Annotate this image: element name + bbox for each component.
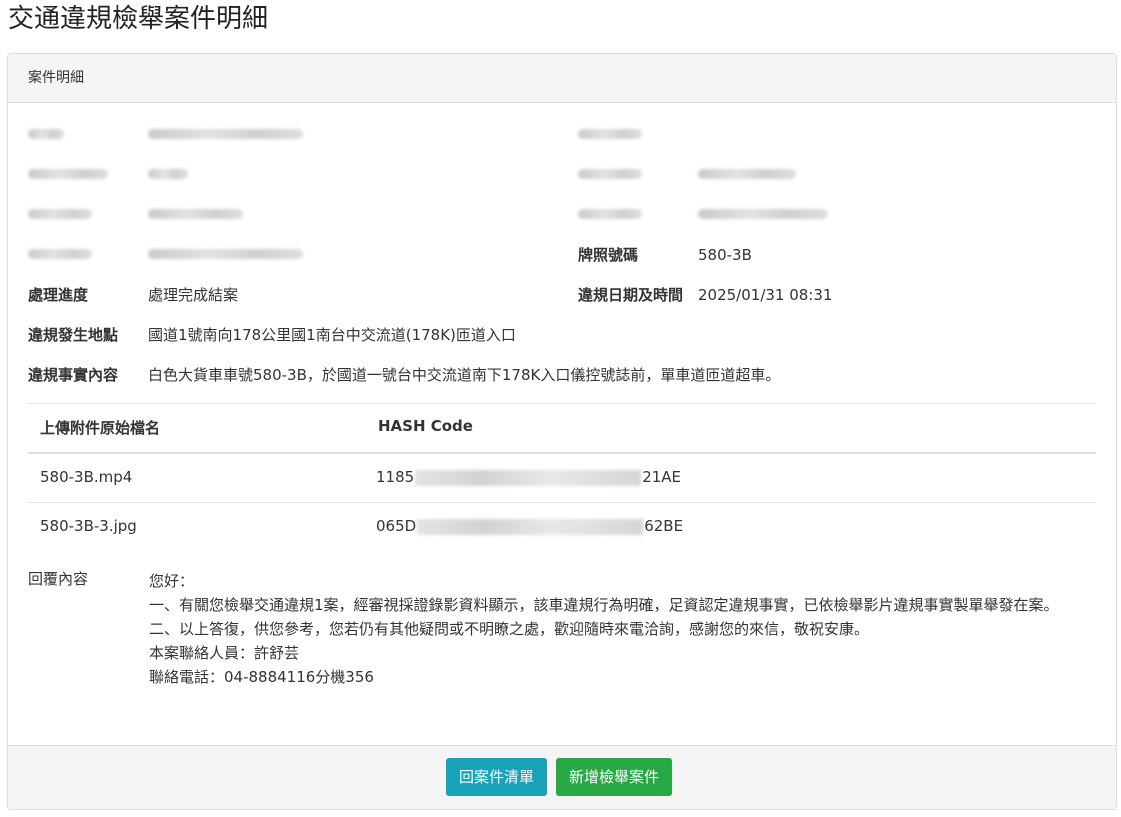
table-row-border [28, 502, 1096, 503]
page-title: 交通違規檢舉案件明細 [8, 4, 269, 34]
panel-footer: 回案件清單 新增檢舉案件 [8, 745, 1116, 809]
progress-label: 處理進度 [28, 286, 89, 304]
redacted-value [148, 129, 303, 139]
hash-start: 1185 [376, 468, 415, 486]
reply-line: 本案聯絡人員：許舒芸 [149, 644, 300, 662]
reply-line: 聯絡電話：04-8884116分機356 [149, 668, 374, 686]
attachment-hash: 065D 62BE [376, 517, 683, 535]
attachment-filename: 580-3B-3.jpg [40, 517, 137, 535]
table-top-border [28, 403, 1096, 404]
redacted-label [28, 169, 108, 179]
redacted-label [578, 209, 642, 219]
redacted-label [578, 129, 642, 139]
redacted-value [698, 169, 796, 179]
reply-label: 回覆內容 [28, 570, 89, 588]
facts-value: 白色大貨車車號580-3B，於國道一號台中交流道南下178K入口儀控號誌前，單車… [148, 366, 781, 384]
reply-content: 您好： 一、有關您檢舉交通違規1案，經審視採證錄影資料顯示，該車違規行為明確，足… [149, 569, 1099, 689]
datetime-value: 2025/01/31 08:31 [698, 286, 833, 304]
hash-end: 62BE [644, 517, 684, 535]
facts-label: 違規事實內容 [28, 366, 119, 384]
column-header-hash: HASH Code [378, 417, 473, 435]
datetime-label: 違規日期及時間 [578, 286, 684, 304]
redacted-label [28, 249, 92, 259]
attachment-hash: 1185 21AE [376, 468, 681, 486]
reply-line: 二、以上答復，供您參考，您若仍有其他疑問或不明瞭之處，歡迎隨時來電洽詢，感謝您的… [149, 620, 870, 638]
location-value: 國道1號南向178公里國1南台中交流道(178K)匝道入口 [148, 326, 516, 344]
redacted-label [28, 209, 92, 219]
back-to-list-button[interactable]: 回案件清單 [446, 758, 548, 796]
redacted-value [148, 209, 243, 219]
hash-redacted [417, 518, 644, 535]
column-header-filename: 上傳附件原始檔名 [40, 419, 161, 437]
redacted-label [28, 129, 64, 139]
plate-label: 牌照號碼 [578, 246, 639, 264]
attachment-filename: 580-3B.mp4 [40, 468, 133, 486]
plate-value: 580-3B [698, 246, 752, 264]
redacted-value [148, 169, 188, 179]
redacted-label [578, 169, 642, 179]
hash-start: 065D [376, 517, 417, 535]
reply-line: 您好： [149, 572, 195, 590]
hash-end: 21AE [642, 468, 682, 486]
case-detail-panel: 案件明細 牌照號碼 580-3B 處理進度 處理完成結案 違規日期及時間 202… [7, 53, 1117, 810]
redacted-value [148, 249, 303, 259]
table-header-border [28, 452, 1096, 454]
reply-line: 一、有關您檢舉交通違規1案，經審視採證錄影資料顯示，該車違規行為明確，足資認定違… [149, 596, 1059, 614]
panel-heading: 案件明細 [8, 54, 1116, 103]
location-label: 違規發生地點 [28, 326, 119, 344]
progress-value: 處理完成結案 [148, 286, 239, 304]
hash-redacted [415, 469, 642, 486]
new-report-button[interactable]: 新增檢舉案件 [556, 758, 673, 796]
redacted-value [698, 209, 828, 219]
